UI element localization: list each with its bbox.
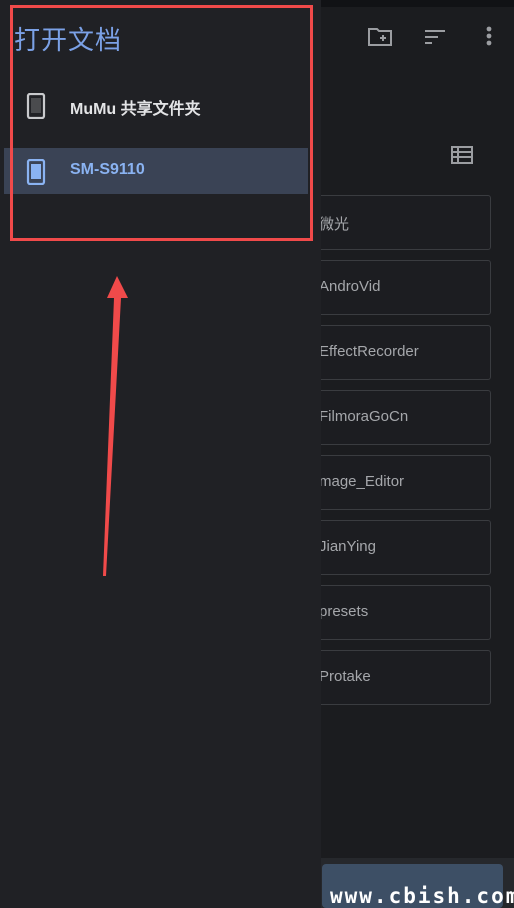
- annotation-highlight-box: [10, 5, 313, 241]
- sort-icon[interactable]: [421, 22, 449, 50]
- folder-card[interactable]: presets: [300, 585, 491, 640]
- folder-card[interactable]: JianYing: [300, 520, 491, 575]
- folder-name: presets: [319, 603, 369, 620]
- folder-name: 微光: [319, 216, 350, 233]
- folder-card[interactable]: EffectRecorder: [300, 325, 491, 380]
- more-vert-icon[interactable]: [475, 22, 503, 50]
- list-view-icon[interactable]: [450, 144, 474, 166]
- folder-name: FilmoraGoCn: [319, 408, 409, 425]
- folder-card[interactable]: 微光: [300, 195, 491, 250]
- folder-card[interactable]: AndroVid: [300, 260, 491, 315]
- new-folder-icon[interactable]: [366, 22, 394, 50]
- folder-card[interactable]: Protake: [300, 650, 491, 705]
- folder-card[interactable]: mage_Editor: [300, 455, 491, 510]
- folder-name: mage_Editor: [319, 473, 405, 490]
- folder-name: AndroVid: [319, 278, 381, 295]
- folder-name: Protake: [319, 668, 371, 685]
- folder-card[interactable]: FilmoraGoCn: [300, 390, 491, 445]
- folder-name: EffectRecorder: [319, 343, 419, 360]
- folder-name: JianYing: [319, 538, 376, 555]
- watermark: www.cbish.com: [330, 884, 514, 908]
